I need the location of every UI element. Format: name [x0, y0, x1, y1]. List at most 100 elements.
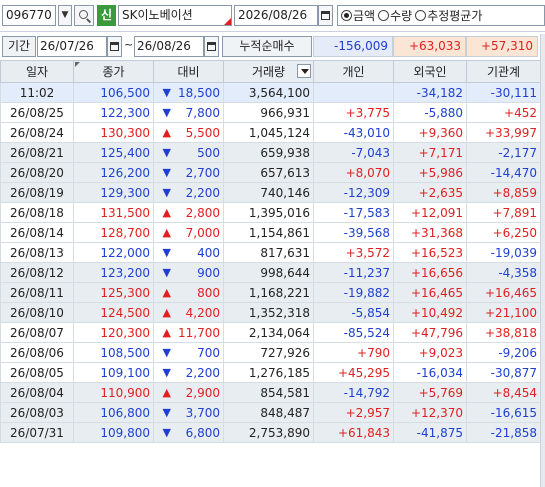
cell-institution: +16,465: [466, 282, 541, 303]
table-row[interactable]: 26/08/25 122,300 ▼ 7,800 966,931 +3,775 -5,880…: [0, 102, 541, 123]
stock-name-field[interactable]: SK이노베이션: [118, 5, 232, 26]
cell-volume: 2,134,064: [223, 322, 314, 343]
table-row[interactable]: 26/08/18 131,500 ▲ 2,800 1,395,016 -17,583 +12…: [0, 202, 541, 223]
table-row[interactable]: 11:02 106,500 ▼ 18,500 3,564,100 -34,182 -30,1…: [0, 82, 541, 103]
calendar-icon: [321, 11, 330, 20]
cell-close: 123,200: [73, 262, 154, 283]
cell-volume: 1,276,185: [223, 362, 314, 383]
calendar-button[interactable]: [318, 5, 333, 26]
change-value: 11,700: [178, 325, 220, 340]
cell-individual: +45,295: [313, 362, 394, 383]
down-triangle-icon: ▼: [162, 185, 171, 199]
column-header-institution[interactable]: 기관계: [466, 60, 541, 83]
table-row[interactable]: 26/08/21 125,400 ▼ 500 659,938 -7,043 +7,171 -2…: [0, 142, 541, 163]
cell-foreign: +16,465: [393, 282, 467, 303]
cell-change: ▼ 500: [153, 142, 224, 163]
to-calendar-button[interactable]: [204, 36, 219, 57]
column-header-volume[interactable]: 거래량: [223, 60, 314, 83]
cell-date: 26/08/12: [0, 262, 74, 283]
table-row[interactable]: 26/08/20 126,200 ▼ 2,700 657,613 +8,070 +5,986…: [0, 162, 541, 183]
column-header-date[interactable]: 일자: [0, 60, 74, 83]
cell-foreign: +5,769: [393, 382, 467, 403]
table-row[interactable]: 26/08/12 123,200 ▼ 900 998,644 -11,237 +16,656…: [0, 262, 541, 283]
query-date-input[interactable]: 2026/08/26: [234, 5, 318, 26]
stock-code-input[interactable]: 096770: [2, 5, 56, 26]
down-triangle-icon: ▼: [162, 405, 171, 419]
change-value: 2,200: [185, 185, 220, 200]
cell-individual: -17,583: [313, 202, 394, 223]
column-header-change[interactable]: 대비: [153, 60, 224, 83]
cell-foreign: +31,368: [393, 222, 467, 243]
cumulative-foreign: +63,033: [393, 36, 466, 57]
radio-label: 금액: [353, 9, 376, 23]
radio-option-0[interactable]: 금액: [341, 7, 375, 24]
cell-foreign: -16,034: [393, 362, 467, 383]
cell-volume: 998,644: [223, 262, 314, 283]
cell-individual: [313, 82, 394, 103]
cumulative-individual: -156,009: [313, 36, 393, 57]
cell-foreign: +12,091: [393, 202, 467, 223]
table-row[interactable]: 26/08/06 108,500 ▼ 700 727,926 +790 +9,023 -9,2…: [0, 342, 541, 363]
cell-individual: +61,843: [313, 422, 394, 443]
radio-option-1[interactable]: 수량: [378, 7, 412, 24]
radio-button-icon[interactable]: [378, 10, 390, 21]
radio-label: 추정평균가: [427, 9, 483, 23]
column-header-individual[interactable]: 개인: [313, 60, 394, 83]
cell-institution: +6,250: [466, 222, 541, 243]
table-row[interactable]: 26/08/11 125,300 ▲ 800 1,168,221 -19,882 +16,4…: [0, 282, 541, 303]
investor-trading-table: 일자 종가 대비 거래량 개인 외국인 기관계 11:02 106,500 ▼ 18,…: [0, 60, 541, 443]
table-row[interactable]: 26/08/04 110,900 ▲ 2,900 854,581 -14,792 +5,76…: [0, 382, 541, 403]
cell-institution: +452: [466, 102, 541, 123]
cell-change: ▼ 7,800: [153, 102, 224, 123]
column-header-close[interactable]: 종가: [73, 60, 154, 83]
cell-foreign: +7,171: [393, 142, 467, 163]
table-row[interactable]: 26/08/13 122,000 ▼ 400 817,631 +3,572 +16,523-…: [0, 242, 541, 263]
cell-date: 26/08/03: [0, 402, 74, 423]
cell-volume: 659,938: [223, 142, 314, 163]
radio-button-icon[interactable]: [341, 10, 352, 21]
period-to-input[interactable]: 26/08/26: [134, 36, 204, 57]
table-row[interactable]: 26/07/31 109,800 ▼ 6,800 2,753,890 +61,843 -41…: [0, 422, 541, 443]
cell-close: 126,200: [73, 162, 154, 183]
cell-volume: 1,352,318: [223, 302, 314, 323]
cell-change: ▼ 900: [153, 262, 224, 283]
table-row[interactable]: 26/08/03 106,800 ▼ 3,700 848,487 +2,957 +12,37…: [0, 402, 541, 423]
vertical-scrollbar[interactable]: [540, 34, 545, 487]
radio-option-2[interactable]: 추정평균가: [415, 7, 482, 24]
period-from-input[interactable]: 26/07/26: [37, 36, 107, 57]
cell-individual: -14,792: [313, 382, 394, 403]
cell-institution: -30,111: [466, 82, 541, 103]
change-value: 7,000: [185, 225, 220, 240]
cell-close: 124,500: [73, 302, 154, 323]
from-calendar-button[interactable]: [107, 36, 122, 57]
cell-foreign: +10,492: [393, 302, 467, 323]
cell-institution: -16,615: [466, 402, 541, 423]
cell-volume: 3,564,100: [223, 82, 314, 103]
table-row[interactable]: 26/08/07 120,300 ▲ 11,700 2,134,064 -85,524 +4…: [0, 322, 541, 343]
cell-close: 122,000: [73, 242, 154, 263]
cell-date: 26/08/14: [0, 222, 74, 243]
table-row[interactable]: 26/08/19 129,300 ▼ 2,200 740,146 -12,309 +2,63…: [0, 182, 541, 203]
cell-change: ▼ 400: [153, 242, 224, 263]
cell-institution: +8,859: [466, 182, 541, 203]
cell-close: 129,300: [73, 182, 154, 203]
search-button[interactable]: [74, 5, 94, 26]
cell-date: 26/08/05: [0, 362, 74, 383]
table-row[interactable]: 26/08/24 130,300 ▲ 5,500 1,045,124 -43,010 +9,…: [0, 122, 541, 143]
cell-close: 110,900: [73, 382, 154, 403]
radio-button-icon[interactable]: [415, 10, 427, 21]
column-header-foreign[interactable]: 외국인: [393, 60, 467, 83]
cell-volume: 1,045,124: [223, 122, 314, 143]
change-value: 4,200: [185, 305, 220, 320]
cell-date: 26/08/18: [0, 202, 74, 223]
table-row[interactable]: 26/08/14 128,700 ▲ 7,000 1,154,861 -39,568 +31…: [0, 222, 541, 243]
up-triangle-icon: ▲: [162, 225, 171, 239]
cell-date: 26/08/13: [0, 242, 74, 263]
code-dropdown-button[interactable]: ▼: [58, 5, 72, 26]
change-value: 700: [197, 345, 220, 360]
change-value: 6,800: [185, 425, 220, 440]
cell-institution: +8,454: [466, 382, 541, 403]
table-row[interactable]: 26/08/10 124,500 ▲ 4,200 1,352,318 -5,854 +10,…: [0, 302, 541, 323]
table-row[interactable]: 26/08/05 109,100 ▼ 2,200 1,276,185 +45,295 -16…: [0, 362, 541, 383]
volume-dropdown-icon[interactable]: [297, 64, 311, 78]
